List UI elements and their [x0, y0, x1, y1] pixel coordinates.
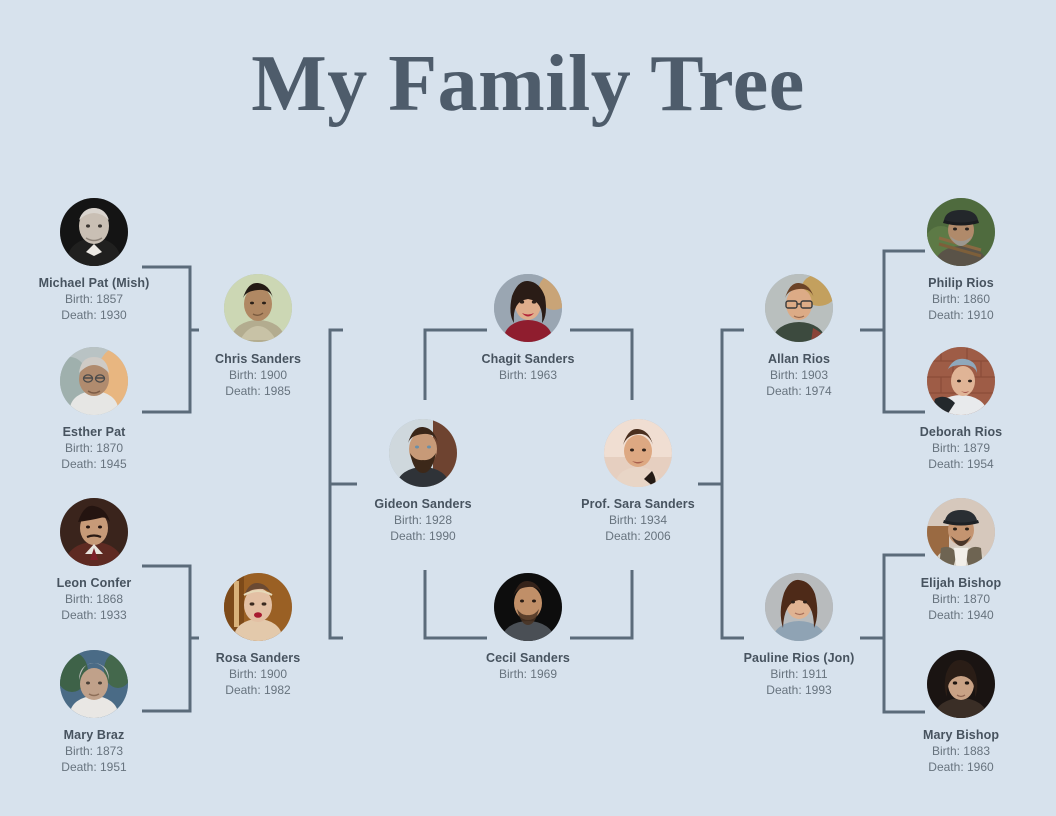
- person-card-sara[interactable]: Prof. Sara Sanders Birth: 1934 Death: 20…: [553, 419, 723, 545]
- person-birth: Birth: 1900: [228, 367, 288, 382]
- person-name: Pauline Rios (Jon): [743, 651, 855, 665]
- person-name: Leon Confer: [56, 576, 132, 590]
- person-birth: Birth: 1963: [498, 367, 558, 382]
- person-death: Death: 1974: [766, 383, 832, 398]
- person-death: Death: 1993: [766, 682, 832, 697]
- person-card-deborah[interactable]: Deborah Rios Birth: 1879 Death: 1954: [876, 347, 1046, 473]
- avatar-pauline: [765, 573, 833, 641]
- avatar-elijah: [927, 498, 995, 566]
- person-death: Death: 1951: [61, 759, 127, 774]
- avatar-rosa: [224, 573, 292, 641]
- person-birth: Birth: 1969: [498, 666, 558, 681]
- person-name: Mary Bishop: [922, 728, 1000, 742]
- person-death: Death: 1930: [61, 307, 127, 322]
- avatar-sara: [604, 419, 672, 487]
- person-card-mary-braz[interactable]: Mary Braz Birth: 1873 Death: 1951: [9, 650, 179, 776]
- person-name: Chris Sanders: [214, 352, 302, 366]
- avatar-esther: [60, 347, 128, 415]
- avatar-allan: [765, 274, 833, 342]
- person-birth: Birth: 1911: [770, 666, 828, 681]
- person-death: Death: 1982: [225, 682, 291, 697]
- person-birth: Birth: 1903: [769, 367, 829, 382]
- person-birth: Birth: 1860: [931, 291, 991, 306]
- person-birth: Birth: 1868: [64, 591, 124, 606]
- person-card-mary-bishop[interactable]: Mary Bishop Birth: 1883 Death: 1960: [876, 650, 1046, 776]
- avatar-leon: [60, 498, 128, 566]
- person-card-rosa[interactable]: Rosa Sanders Birth: 1900 Death: 1982: [173, 573, 343, 699]
- person-death: Death: 1940: [928, 607, 994, 622]
- person-birth: Birth: 1879: [931, 440, 991, 455]
- person-death: Death: 1910: [928, 307, 994, 322]
- person-name: Michael Pat (Mish): [38, 276, 150, 290]
- person-birth: Birth: 1900: [228, 666, 288, 681]
- person-birth: Birth: 1870: [931, 591, 991, 606]
- person-name: Elijah Bishop: [920, 576, 1002, 590]
- person-card-chagit[interactable]: Chagit Sanders Birth: 1963: [443, 274, 613, 384]
- person-birth: Birth: 1857: [64, 291, 124, 306]
- avatar-gideon: [389, 419, 457, 487]
- person-card-elijah[interactable]: Elijah Bishop Birth: 1870 Death: 1940: [876, 498, 1046, 624]
- person-name: Esther Pat: [62, 425, 126, 439]
- person-name: Philip Rios: [928, 276, 994, 290]
- avatar-mary-bishop: [927, 650, 995, 718]
- person-name: Prof. Sara Sanders: [581, 497, 695, 511]
- avatar-michael: [60, 198, 128, 266]
- person-card-leon[interactable]: Leon Confer Birth: 1868 Death: 1933: [9, 498, 179, 624]
- person-death: Death: 1945: [61, 456, 127, 471]
- person-death: Death: 1933: [61, 607, 127, 622]
- family-tree-canvas: My Family Tree Michael Pat (Mish) Birth:…: [0, 0, 1056, 816]
- avatar-chris: [224, 274, 292, 342]
- avatar-deborah: [927, 347, 995, 415]
- person-birth: Birth: 1883: [931, 743, 991, 758]
- person-death: Death: 1990: [390, 528, 456, 543]
- person-card-gideon[interactable]: Gideon Sanders Birth: 1928 Death: 1990: [338, 419, 508, 545]
- person-birth: Birth: 1934: [608, 512, 668, 527]
- person-birth: Birth: 1928: [393, 512, 453, 527]
- person-card-allan[interactable]: Allan Rios Birth: 1903 Death: 1974: [714, 274, 884, 400]
- person-name: Mary Braz: [63, 728, 125, 742]
- person-death: Death: 1954: [928, 456, 994, 471]
- avatar-mary-braz: [60, 650, 128, 718]
- person-death: Death: 1985: [225, 383, 291, 398]
- avatar-cecil: [494, 573, 562, 641]
- person-name: Chagit Sanders: [481, 352, 575, 366]
- person-card-esther[interactable]: Esther Pat Birth: 1870 Death: 1945: [9, 347, 179, 473]
- person-birth: Birth: 1870: [64, 440, 124, 455]
- person-card-chris[interactable]: Chris Sanders Birth: 1900 Death: 1985: [173, 274, 343, 400]
- person-name: Gideon Sanders: [374, 497, 472, 511]
- person-death: Death: 2006: [605, 528, 671, 543]
- person-card-pauline[interactable]: Pauline Rios (Jon) Birth: 1911 Death: 19…: [714, 573, 884, 699]
- avatar-chagit: [494, 274, 562, 342]
- person-birth: Birth: 1873: [64, 743, 124, 758]
- person-name: Allan Rios: [767, 352, 831, 366]
- person-name: Deborah Rios: [919, 425, 1003, 439]
- person-name: Cecil Sanders: [486, 651, 570, 665]
- person-card-michael[interactable]: Michael Pat (Mish) Birth: 1857 Death: 19…: [9, 198, 179, 324]
- person-card-philip[interactable]: Philip Rios Birth: 1860 Death: 1910: [876, 198, 1046, 324]
- person-card-cecil[interactable]: Cecil Sanders Birth: 1969: [443, 573, 613, 683]
- person-name: Rosa Sanders: [215, 651, 301, 665]
- avatar-philip: [927, 198, 995, 266]
- person-death: Death: 1960: [928, 759, 994, 774]
